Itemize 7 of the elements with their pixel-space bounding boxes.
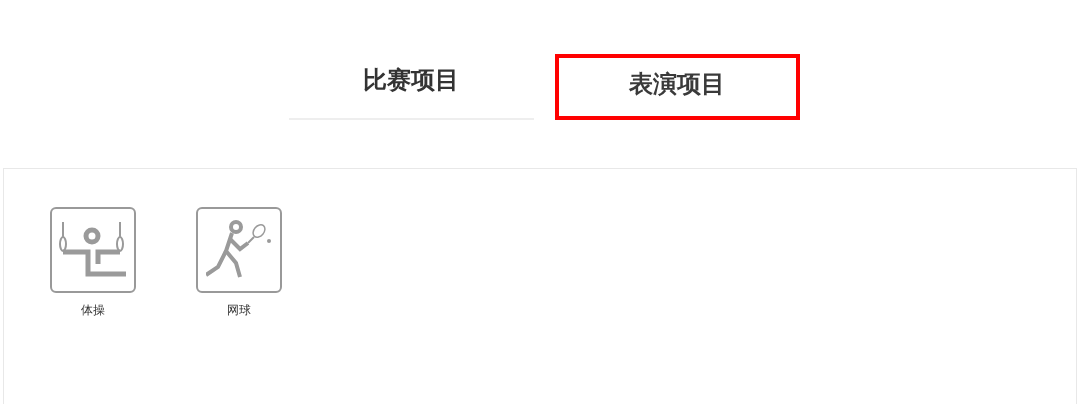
tab[interactable]: 表演项目 [554,54,800,120]
sport-button[interactable] [196,207,282,293]
tab[interactable]: 比赛项目 [288,54,534,120]
gymnast-on-rings-icon [58,220,128,280]
sport-button[interactable] [50,207,136,293]
sport-label: 网球 [227,302,251,319]
sport-label: 体操 [81,302,105,319]
